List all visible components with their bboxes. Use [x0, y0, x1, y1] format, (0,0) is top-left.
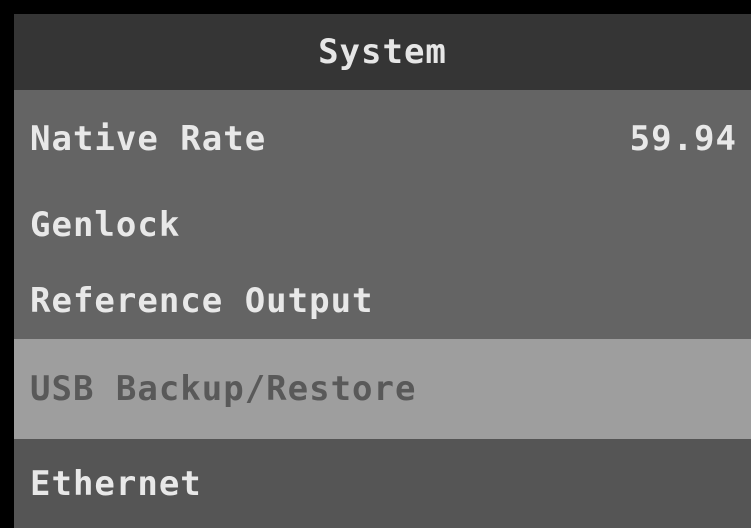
menu-item-genlock[interactable]: Genlock	[14, 188, 751, 262]
menu-item-label: USB Backup/Restore	[30, 369, 417, 409]
native-rate-value: 59.94	[629, 119, 737, 159]
menu-title: System	[318, 32, 447, 72]
menu-item-label: Native Rate	[30, 119, 267, 159]
menu-item-label: Genlock	[30, 205, 181, 245]
menu-item-usb-backup-restore[interactable]: USB Backup/Restore	[14, 339, 751, 439]
menu-item-label: Reference Output	[30, 280, 374, 321]
title-bar: System	[14, 14, 751, 90]
system-menu-screen: System Native Rate 59.94 Genlock Referen…	[14, 14, 751, 528]
menu-item-ethernet[interactable]: Ethernet	[14, 439, 751, 528]
menu-item-native-rate[interactable]: Native Rate 59.94	[14, 90, 751, 188]
menu-item-label: Ethernet	[30, 463, 202, 504]
menu-item-reference-output[interactable]: Reference Output	[14, 262, 751, 339]
